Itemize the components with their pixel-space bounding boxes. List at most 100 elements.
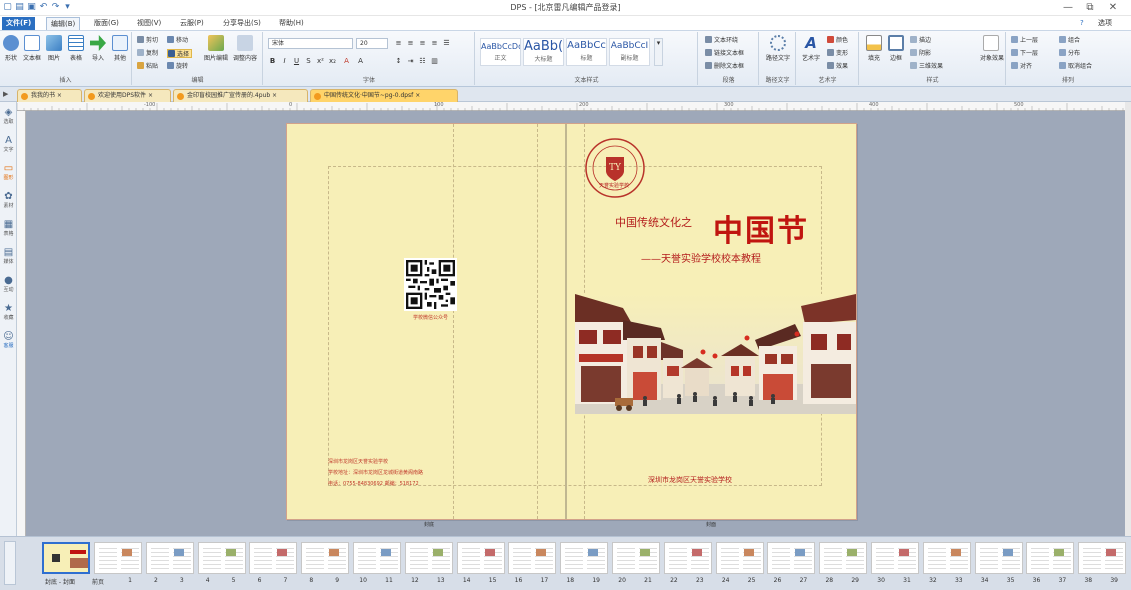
page-thumbnail[interactable] bbox=[145, 542, 194, 574]
copy-button[interactable]: 复制 bbox=[137, 49, 158, 58]
close-button[interactable]: ✕ bbox=[1102, 1, 1124, 15]
page-spread[interactable]: 学校微信公众号 深圳市龙岗区天誉实验学校 学校地址：深圳市龙岗区龙城街道黄阁南路… bbox=[286, 123, 857, 520]
tool-select[interactable]: ◈ 选取 bbox=[1, 106, 16, 132]
justify-icon[interactable]: ≡ bbox=[430, 39, 439, 48]
distribute-button[interactable]: 分布 bbox=[1059, 49, 1080, 58]
menu-cloud[interactable]: 云服(P) bbox=[176, 17, 208, 30]
page-thumbnail[interactable] bbox=[456, 542, 505, 574]
tool-media[interactable]: ▤ 媒体 bbox=[1, 246, 16, 272]
highlight-icon[interactable]: A bbox=[356, 57, 365, 66]
thumb-panel-toggle[interactable] bbox=[4, 541, 16, 585]
page-thumbnail[interactable] bbox=[922, 542, 971, 574]
thumb-cover-spread[interactable] bbox=[42, 542, 90, 574]
align-left-icon[interactable]: ≡ bbox=[394, 39, 403, 48]
shape-button[interactable]: 形状 bbox=[1, 35, 21, 62]
tool-favorites[interactable]: ★ 收藏 bbox=[1, 302, 16, 328]
art-text-button[interactable]: A 艺术字 bbox=[799, 35, 823, 62]
page-thumbnail[interactable] bbox=[404, 542, 453, 574]
list-icon[interactable]: ☷ bbox=[418, 57, 427, 66]
path-text-button[interactable]: 路径文字 bbox=[763, 35, 793, 62]
menu-share[interactable]: 分享导出(S) bbox=[219, 17, 265, 30]
bold-icon[interactable]: B bbox=[268, 57, 277, 66]
style-subtitle[interactable]: AaBbCcI 副标题 bbox=[609, 38, 650, 66]
object-effect-button[interactable]: 对象效果 bbox=[980, 35, 1004, 62]
page-thumbnail[interactable] bbox=[94, 542, 142, 574]
tool-shape[interactable]: ▭ 图形 bbox=[1, 162, 16, 188]
menu-edit[interactable]: 编辑(B) bbox=[46, 17, 81, 30]
collapse-icon[interactable]: ▶ bbox=[3, 90, 8, 98]
ungroup-button[interactable]: 取消组合 bbox=[1059, 62, 1092, 71]
menu-layout[interactable]: 版面(G) bbox=[90, 17, 123, 30]
tool-interact[interactable]: ● 互动 bbox=[1, 274, 16, 300]
border-button[interactable]: 边框 bbox=[886, 35, 906, 62]
style-body[interactable]: AaBbCcDd 正文 bbox=[480, 38, 521, 66]
page-thumbnail[interactable] bbox=[974, 542, 1023, 574]
font-color-icon[interactable]: A bbox=[342, 57, 351, 66]
align-right-icon[interactable]: ≡ bbox=[418, 39, 427, 48]
adjust-content-button[interactable]: 调整内容 bbox=[231, 35, 259, 62]
font-name-select[interactable]: 宋体 bbox=[268, 38, 353, 49]
bring-forward-button[interactable]: 上一层 bbox=[1011, 36, 1038, 45]
tool-service[interactable]: ☺ 客服 bbox=[1, 330, 16, 356]
art-transform-button[interactable]: 变形 bbox=[827, 49, 848, 58]
tab-1[interactable]: 我我的书 × bbox=[17, 89, 82, 102]
3d-button[interactable]: 三维效果 bbox=[910, 62, 943, 71]
textbox-button[interactable]: 文本框 bbox=[22, 35, 42, 62]
vertical-scrollbar[interactable] bbox=[1125, 102, 1131, 536]
page-thumbnail[interactable] bbox=[249, 542, 298, 574]
style-title[interactable]: AaBbCc 标题 bbox=[566, 38, 607, 66]
align-center-icon[interactable]: ≡ bbox=[406, 39, 415, 48]
menu-help[interactable]: 帮助(H) bbox=[275, 17, 308, 30]
cut-button[interactable]: 剪切 bbox=[137, 36, 158, 45]
group-button[interactable]: 组合 bbox=[1059, 36, 1080, 45]
help-icon[interactable]: ? bbox=[1076, 17, 1088, 30]
page-thumbnail[interactable] bbox=[715, 542, 764, 574]
strike-icon[interactable]: S bbox=[304, 57, 313, 66]
menu-file[interactable]: 文件(F) bbox=[2, 17, 36, 30]
art-color-button[interactable]: 颜色 bbox=[827, 36, 848, 45]
image-button[interactable]: 图片 bbox=[44, 35, 64, 62]
tool-table[interactable]: ▦ 表格 bbox=[1, 218, 16, 244]
font-size-select[interactable]: 20 bbox=[356, 38, 388, 49]
link-textbox-button[interactable]: 链接文本框 bbox=[705, 49, 744, 58]
text-wrap-button[interactable]: 文本环绕 bbox=[705, 36, 738, 45]
page-thumbnail[interactable] bbox=[560, 542, 609, 574]
maximize-button[interactable]: ⧉ bbox=[1079, 1, 1101, 15]
tool-material[interactable]: ✿ 素材 bbox=[1, 190, 16, 216]
line-spacing-icon[interactable]: ↕ bbox=[394, 57, 403, 66]
page-thumbnail[interactable] bbox=[508, 542, 557, 574]
page-thumbnail[interactable] bbox=[663, 542, 712, 574]
page-thumbnail[interactable] bbox=[1026, 542, 1075, 574]
tab-4[interactable]: 中国传统文化·中国节~pg-0.dpsf × bbox=[310, 89, 458, 102]
superscript-icon[interactable]: x² bbox=[316, 57, 325, 66]
fill-button[interactable]: 填充 bbox=[864, 35, 884, 62]
art-effect-button[interactable]: 效果 bbox=[827, 62, 848, 71]
options-button[interactable]: 选项 bbox=[1094, 17, 1116, 30]
style-more-icon[interactable]: ▾ bbox=[654, 38, 663, 66]
rotate-button[interactable]: 旋转 bbox=[167, 62, 188, 71]
minimize-button[interactable]: — bbox=[1057, 1, 1079, 15]
tab-3[interactable]: 金印盲校园推广宣传册的.4pub × bbox=[173, 89, 308, 102]
image-edit-button[interactable]: 图片编辑 bbox=[203, 35, 229, 62]
indent-icon[interactable]: ⇥ bbox=[406, 57, 415, 66]
page-thumbnail[interactable] bbox=[871, 542, 919, 574]
underline-icon[interactable]: U bbox=[292, 57, 301, 66]
tool-text[interactable]: A 文字 bbox=[1, 134, 16, 160]
page-thumbnail[interactable] bbox=[767, 542, 816, 574]
page-thumbnail[interactable] bbox=[612, 542, 660, 574]
menu-view[interactable]: 视图(V) bbox=[133, 17, 165, 30]
columns-icon[interactable]: ▥ bbox=[430, 57, 439, 66]
send-backward-button[interactable]: 下一层 bbox=[1011, 49, 1038, 58]
tab-2[interactable]: 欢迎使用DPS软件 × bbox=[84, 89, 171, 102]
page-thumbnail[interactable] bbox=[197, 542, 246, 574]
shadow-button[interactable]: 阴影 bbox=[910, 49, 931, 58]
stroke-button[interactable]: 描边 bbox=[910, 36, 931, 45]
align-button[interactable]: 对齐 bbox=[1011, 62, 1032, 71]
delete-textbox-button[interactable]: 删除文本框 bbox=[705, 62, 744, 71]
subscript-icon[interactable]: x₂ bbox=[328, 57, 337, 66]
other-button[interactable]: 其他 bbox=[110, 35, 130, 62]
style-big-title[interactable]: AaBb(大标题 bbox=[523, 38, 564, 66]
table-button[interactable]: 表格 bbox=[66, 35, 86, 62]
page-thumbnail[interactable] bbox=[301, 542, 350, 574]
move-button[interactable]: 移动 bbox=[167, 36, 188, 45]
